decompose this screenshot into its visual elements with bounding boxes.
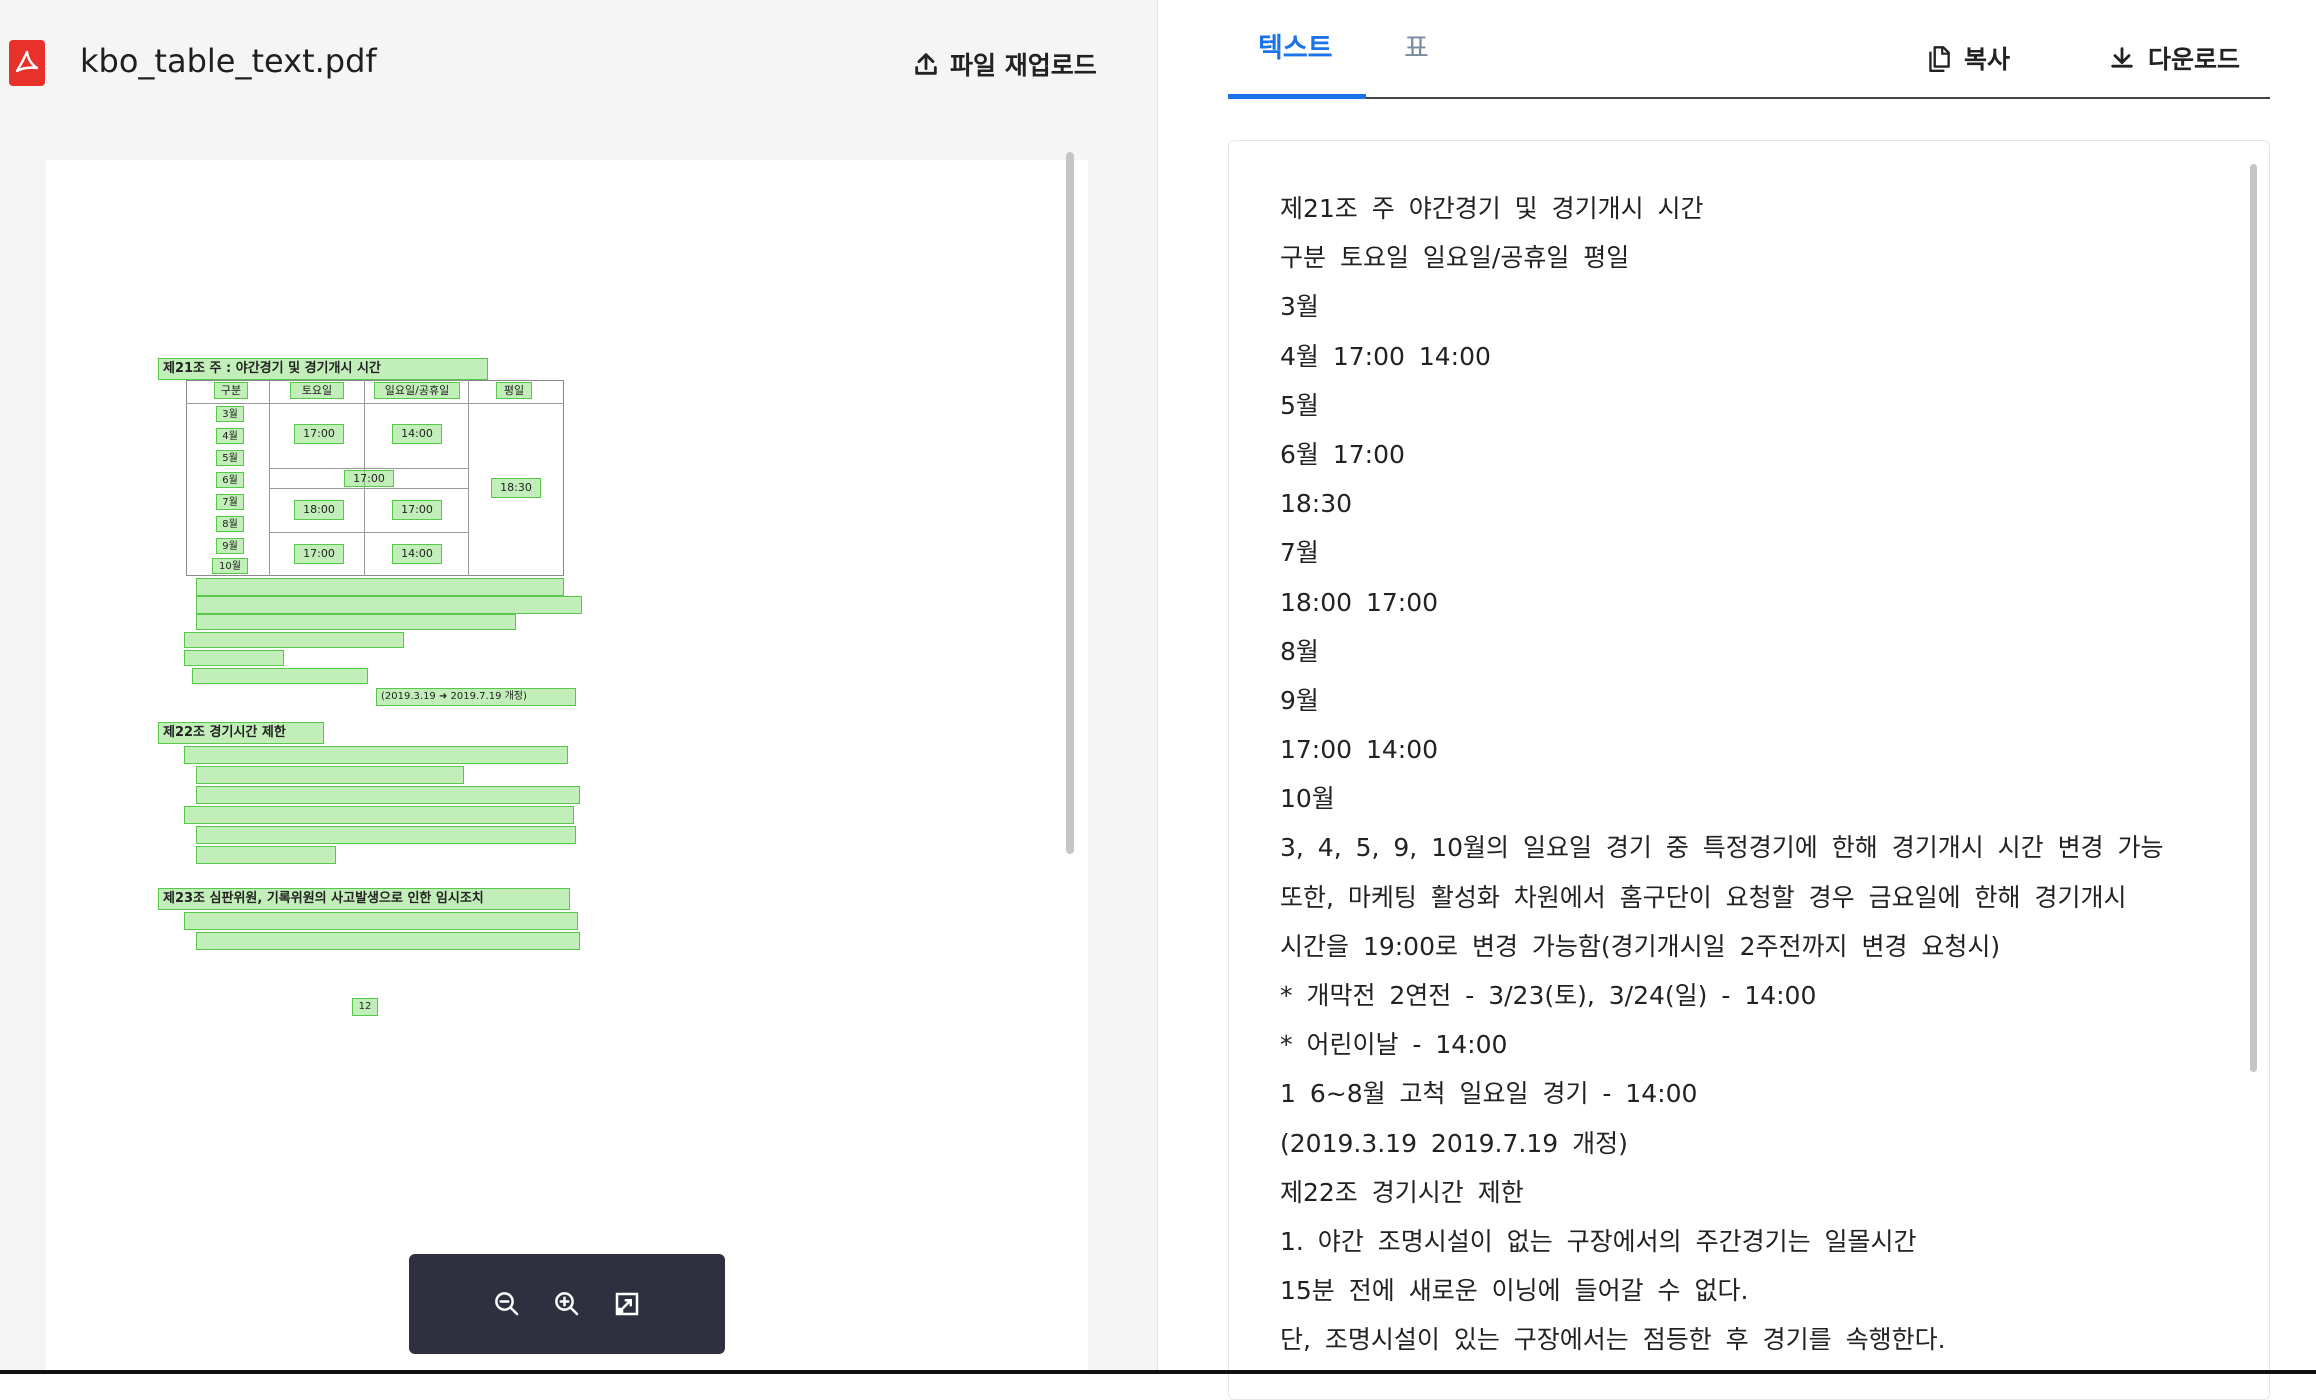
text-line: 7월 — [1280, 538, 1319, 568]
text-line: 18:30 — [1280, 489, 1353, 519]
ocr-text-block — [196, 846, 336, 864]
ocr-text-block — [196, 932, 580, 950]
text-line: 3월 — [1280, 292, 1319, 322]
text-line: 단, 조명시설이 있는 구장에서는 점등한 후 경기를 속행한다. — [1280, 1325, 1946, 1355]
fit-page-icon[interactable] — [612, 1289, 642, 1319]
ocr-page-number: 12 — [352, 998, 378, 1016]
table-rule — [269, 488, 468, 489]
extracted-text-content[interactable]: 제21조 주 야간경기 및 경기개시 시간 구분 토요일 일요일/공휴일 평일 … — [1280, 184, 2164, 1365]
download-button[interactable]: 다운로드 — [2108, 40, 2240, 76]
text-line: 17:00 14:00 — [1280, 735, 1439, 765]
ocr-text-block — [192, 668, 368, 684]
copy-button[interactable]: 복사 — [1926, 40, 2010, 76]
text-line: 제21조 주 야간경기 및 경기개시 시간 — [1280, 194, 1704, 223]
table-rule — [269, 532, 468, 533]
pane-divider — [1157, 0, 1158, 1374]
reupload-label: 파일 재업로드 — [950, 51, 1097, 80]
ocr-heading-3: 제23조 심판위원, 기록위원의 사고발생으로 인한 임시조치 — [158, 888, 570, 910]
upload-icon — [915, 53, 937, 75]
text-line: 시간을 19:00로 변경 가능함(경기개시일 2주전까지 변경 요청시) — [1280, 931, 2001, 961]
ocr-cell: 14:00 — [392, 544, 442, 564]
table-rule — [269, 380, 270, 576]
ocr-month: 10월 — [212, 558, 248, 574]
text-line: 또한, 마케팅 활성화 차원에서 홈구단이 요청할 경우 금요일에 한해 경기개… — [1280, 882, 2127, 912]
ocr-month: 8월 — [216, 516, 244, 532]
ocr-month: 3월 — [216, 406, 244, 422]
active-tab-indicator — [1228, 94, 1366, 99]
copy-label: 복사 — [1964, 45, 2011, 74]
window-bottom-edge — [0, 1370, 2316, 1374]
ocr-text-block — [196, 614, 516, 630]
pdf-page-preview[interactable]: 제21조 주 : 야간경기 및 경기개시 시간 구분 토요일 일요일/공휴일 평… — [46, 160, 1088, 1374]
ocr-cell: 17:00 — [294, 424, 344, 444]
text-line: 제22조 경기시간 제한 — [1280, 1177, 1524, 1207]
ocr-text-block — [184, 746, 568, 764]
ocr-month: 9월 — [216, 538, 244, 554]
ocr-text-block — [184, 632, 404, 648]
reupload-button[interactable]: 파일 재업로드 — [912, 46, 1097, 82]
ocr-text-block — [196, 826, 576, 844]
ocr-text-block — [196, 578, 564, 596]
copy-icon — [1929, 46, 1950, 73]
ocr-revision: (2019.3.19 ➜ 2019.7.19 개정) — [376, 688, 576, 706]
ocr-text-block — [184, 912, 578, 930]
text-line: 10월 — [1280, 784, 1335, 814]
text-line: 3, 4, 5, 9, 10월의 일요일 경기 중 특정경기에 한해 경기개시 … — [1280, 833, 2164, 863]
ocr-month: 4월 — [216, 428, 244, 444]
download-icon — [2111, 47, 2133, 68]
ocr-header: 구분 — [214, 382, 248, 399]
ocr-heading-1: 제21조 주 : 야간경기 및 경기개시 시간 — [158, 358, 488, 380]
tab-table[interactable]: 표 — [1404, 26, 1429, 65]
zoom-in-icon[interactable] — [552, 1289, 582, 1319]
ocr-text-block — [184, 806, 574, 824]
ocr-cell: 17:00 — [392, 500, 442, 520]
text-line: 1. 야간 조명시설이 없는 구장에서의 주간경기는 일몰시간 — [1280, 1226, 1917, 1256]
ocr-header: 토요일 — [290, 382, 344, 399]
text-line: 1 6~8월 고척 일요일 경기 - 14:00 — [1280, 1079, 1698, 1109]
ocr-cell: 18:00 — [294, 500, 344, 520]
pdf-viewer-pane: kbo_table_text.pdf 파일 재업로드 제21조 주 : 야간경기… — [0, 0, 1157, 1374]
text-line: (2019.3.19 2019.7.19 개정) — [1280, 1128, 1628, 1158]
text-line: 4월 17:00 14:00 — [1280, 341, 1491, 371]
ocr-cell: 17:00 — [344, 470, 394, 487]
text-line: 6월 17:00 — [1280, 439, 1405, 469]
text-line: * 개막전 2연전 - 3/23(토), 3/24(일) - 14:00 — [1280, 981, 1817, 1010]
zoom-toolbar — [409, 1254, 725, 1354]
ocr-cell: 14:00 — [392, 424, 442, 444]
ocr-cell: 17:00 — [294, 544, 344, 564]
text-line: 15분 전에 새로운 이닝에 들어갈 수 없다. — [1280, 1276, 1749, 1306]
text-line: 5월 — [1280, 390, 1319, 420]
ocr-heading-2: 제22조 경기시간 제한 — [158, 722, 324, 744]
ocr-cell: 18:30 — [491, 478, 541, 498]
text-line: 18:00 17:00 — [1280, 587, 1439, 617]
table-rule — [468, 380, 469, 576]
text-line: 8월 — [1280, 636, 1319, 666]
ocr-text-block — [184, 650, 284, 666]
text-line: 구분 토요일 일요일/공휴일 평일 — [1280, 243, 1630, 273]
ocr-header: 평일 — [496, 382, 532, 399]
tab-text[interactable]: 텍스트 — [1258, 26, 1333, 65]
table-rule — [269, 468, 468, 469]
tabs-border — [1228, 97, 2270, 99]
file-name: kbo_table_text.pdf — [80, 42, 377, 80]
text-line: 9월 — [1280, 685, 1319, 715]
ocr-text-block — [196, 596, 582, 614]
ocr-text-block — [196, 766, 464, 784]
ocr-month: 6월 — [216, 472, 244, 488]
pdf-file-icon — [9, 40, 45, 86]
table-rule — [186, 403, 564, 404]
download-label: 다운로드 — [2148, 45, 2241, 74]
ocr-text-block — [196, 786, 580, 804]
zoom-out-icon[interactable] — [492, 1289, 522, 1319]
ocr-month: 5월 — [216, 450, 244, 466]
ocr-month: 7월 — [216, 494, 244, 510]
ocr-header: 일요일/공휴일 — [374, 382, 460, 399]
pdf-scrollbar[interactable] — [1066, 152, 1074, 854]
text-line: * 어린이날 - 14:00 — [1280, 1030, 1508, 1060]
text-scrollbar[interactable] — [2250, 164, 2257, 1072]
